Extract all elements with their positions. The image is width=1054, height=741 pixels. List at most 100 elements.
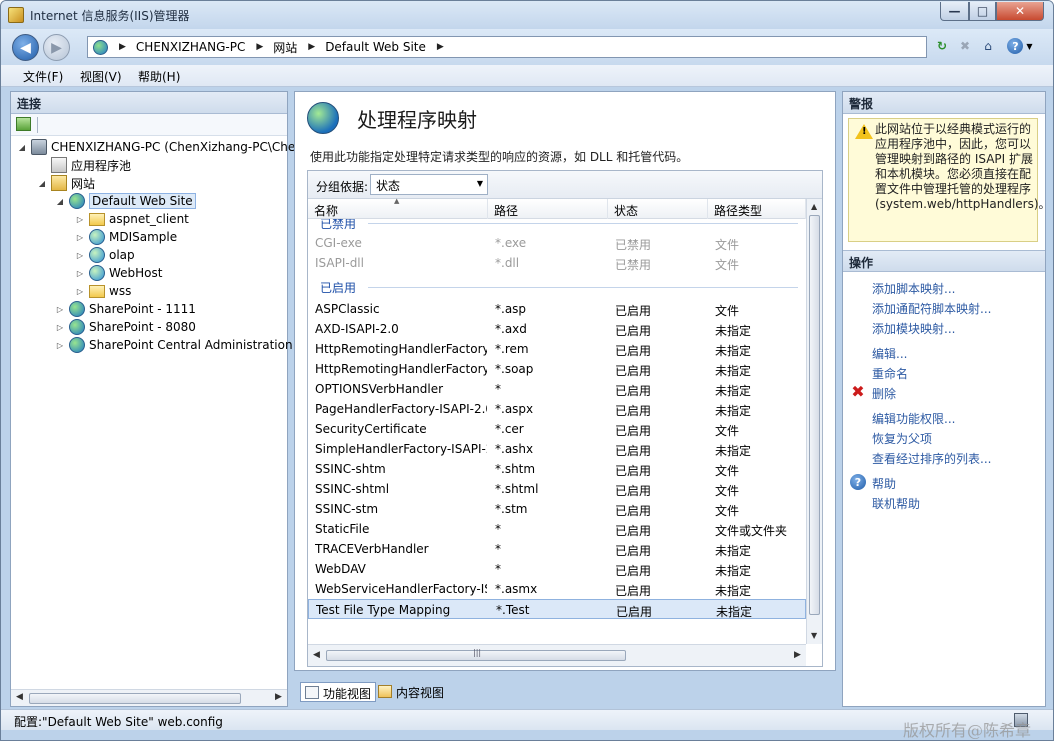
action-edit[interactable]: 编辑... <box>872 345 907 362</box>
help-dropdown[interactable]: ? ▼ <box>1005 37 1035 55</box>
tab-content-view[interactable]: 内容视图 <box>374 682 448 702</box>
table-row[interactable]: StaticFile * 已启用 文件或文件夹 <box>308 519 806 539</box>
chevron-right-icon[interactable]: ▶ <box>308 42 315 52</box>
action-edit-feature-permissions[interactable]: 编辑功能权限... <box>872 410 955 427</box>
tree-item-mdisample[interactable]: ▷ MDISample <box>75 228 177 246</box>
chevron-right-icon[interactable]: ▶ <box>256 42 263 52</box>
expand-icon[interactable]: ▷ <box>75 233 85 242</box>
tree-item-sharepoint-central-admin[interactable]: ▷ SharePoint Central Administration v3 <box>55 336 311 354</box>
tree-item-sharepoint-1111[interactable]: ▷ SharePoint - 1111 <box>55 300 196 318</box>
scroll-right-icon[interactable]: ▶ <box>275 692 282 702</box>
tree-item-wss[interactable]: ▷ wss <box>75 282 131 300</box>
table-row[interactable]: OPTIONSVerbHandler * 已启用 未指定 <box>308 379 806 399</box>
grid-vertical-scrollbar[interactable]: ▲ ▼ <box>806 199 822 644</box>
expand-icon[interactable]: ▷ <box>75 269 85 278</box>
collapse-icon[interactable]: ◢ <box>17 143 27 152</box>
stop-icon[interactable]: ✖ <box>956 37 974 55</box>
home-icon[interactable]: ⌂ <box>979 37 997 55</box>
scroll-thumb[interactable] <box>29 693 241 704</box>
chevron-right-icon[interactable]: ▶ <box>119 42 126 52</box>
collapse-icon[interactable]: ◢ <box>55 197 65 206</box>
tree-item-app-pools[interactable]: 应用程序池 <box>37 156 131 174</box>
connections-horizontal-scrollbar[interactable]: ◀ ▶ <box>11 689 287 706</box>
table-row[interactable]: WebServiceHandlerFactory-IS... *.asmx 已启… <box>308 579 806 599</box>
group-header-disabled[interactable]: 已禁用 <box>308 219 806 233</box>
tree-item-server[interactable]: ◢ CHENXIZHANG-PC (ChenXizhang-PC\Chen <box>17 138 303 156</box>
group-header-enabled[interactable]: 已启用 <box>308 277 806 297</box>
title-bar[interactable]: Internet 信息服务(IIS)管理器 — □ ✕ <box>1 1 1053 29</box>
column-header-state[interactable]: 状态 <box>608 199 708 219</box>
scroll-up-icon[interactable]: ▲ <box>811 202 817 211</box>
scroll-left-icon[interactable]: ◀ <box>313 650 320 660</box>
column-header-path-type[interactable]: 路径类型 <box>708 199 806 219</box>
action-revert-to-parent[interactable]: 恢复为父项 <box>872 430 932 447</box>
action-view-ordered-list[interactable]: 查看经过排序的列表... <box>872 450 991 467</box>
action-delete[interactable]: 删除 <box>872 385 896 402</box>
scroll-down-icon[interactable]: ▼ <box>811 631 817 640</box>
table-row[interactable]: WebDAV * 已启用 未指定 <box>308 559 806 579</box>
action-help[interactable]: 帮助 <box>872 475 896 492</box>
address-bar[interactable]: ▶ CHENXIZHANG-PC ▶ 网站 ▶ Default Web Site… <box>87 36 927 58</box>
group-by-select[interactable]: 状态 ▼ <box>370 174 488 195</box>
expand-icon[interactable]: ▷ <box>55 341 65 350</box>
breadcrumb-default-web-site[interactable]: Default Web Site <box>325 40 426 54</box>
table-row[interactable]: ISAPI-dll *.dll 已禁用 文件 <box>308 253 806 273</box>
table-row[interactable]: ASPClassic *.asp 已启用 文件 <box>308 299 806 319</box>
column-header-path[interactable]: 路径 <box>488 199 608 219</box>
scroll-right-icon[interactable]: ▶ <box>794 650 801 660</box>
maximize-button[interactable]: □ <box>969 2 996 21</box>
menu-help[interactable]: 帮助(H) <box>138 68 180 85</box>
table-row[interactable]: SimpleHandlerFactory-ISAPI-2.0 *.ashx 已启… <box>308 439 806 459</box>
table-row[interactable]: PageHandlerFactory-ISAPI-2.0 *.aspx 已启用 … <box>308 399 806 419</box>
close-button[interactable]: ✕ <box>996 2 1044 21</box>
table-row[interactable]: SecurityCertificate *.cer 已启用 文件 <box>308 419 806 439</box>
table-row[interactable]: AXD-ISAPI-2.0 *.axd 已启用 未指定 <box>308 319 806 339</box>
action-add-script-map[interactable]: 添加脚本映射... <box>872 280 955 297</box>
breadcrumb-sites[interactable]: 网站 <box>273 39 297 56</box>
delete-icon[interactable]: ✖ <box>850 382 866 401</box>
table-row[interactable]: SSINC-shtm *.shtm 已启用 文件 <box>308 459 806 479</box>
minimize-button[interactable]: — <box>940 2 969 21</box>
connect-icon[interactable] <box>16 117 31 131</box>
expand-icon[interactable]: ▷ <box>75 287 85 296</box>
column-header-name[interactable]: 名称 ▲ <box>308 197 488 219</box>
grid-horizontal-scrollbar[interactable]: ◀ ||| ▶ <box>308 644 806 666</box>
table-row-selected[interactable]: Test File Type Mapping *.Test 已启用 未指定 <box>308 599 806 619</box>
table-row[interactable]: HttpRemotingHandlerFactory... *.rem 已启用 … <box>308 339 806 359</box>
tree-item-sharepoint-8080[interactable]: ▷ SharePoint - 8080 <box>55 318 196 336</box>
tree-item-webhost[interactable]: ▷ WebHost <box>75 264 162 282</box>
action-rename[interactable]: 重命名 <box>872 365 908 382</box>
forward-arrow-icon[interactable]: ▶ <box>43 34 70 61</box>
help-icon[interactable]: ? <box>850 474 866 490</box>
action-add-wildcard-script-map[interactable]: 添加通配符脚本映射... <box>872 300 991 317</box>
tree-item-sites[interactable]: ◢ 网站 <box>37 174 95 192</box>
scroll-thumb[interactable] <box>809 215 820 615</box>
expand-icon[interactable]: ▷ <box>55 323 65 332</box>
tree-item-label: MDISample <box>109 230 178 244</box>
breadcrumb-server[interactable]: CHENXIZHANG-PC <box>136 40 245 54</box>
back-arrow-icon[interactable]: ◀ <box>12 34 39 61</box>
table-row[interactable]: TRACEVerbHandler * 已启用 未指定 <box>308 539 806 559</box>
menu-view[interactable]: 视图(V) <box>80 68 122 85</box>
folder-icon <box>89 284 105 298</box>
action-online-help[interactable]: 联机帮助 <box>872 495 920 512</box>
table-row[interactable]: SSINC-stm *.stm 已启用 文件 <box>308 499 806 519</box>
scroll-thumb[interactable]: ||| <box>326 648 626 661</box>
action-add-module-mapping[interactable]: 添加模块映射... <box>872 320 955 337</box>
expand-icon[interactable]: ▷ <box>75 251 85 260</box>
scroll-left-icon[interactable]: ◀ <box>16 692 23 702</box>
tree-item-aspnet-client[interactable]: ▷ aspnet_client <box>75 210 189 228</box>
tab-features-view[interactable]: 功能视图 <box>300 682 377 702</box>
table-row[interactable]: CGI-exe *.exe 已禁用 文件 <box>308 233 806 253</box>
menu-file[interactable]: 文件(F) <box>23 68 63 85</box>
tree-item-default-web-site[interactable]: ◢ Default Web Site <box>55 192 196 210</box>
expand-icon[interactable]: ▷ <box>75 215 85 224</box>
chevron-right-icon[interactable]: ▶ <box>437 42 444 52</box>
expand-icon[interactable]: ▷ <box>55 305 65 314</box>
table-row[interactable]: SSINC-shtml *.shtml 已启用 文件 <box>308 479 806 499</box>
table-row[interactable]: HttpRemotingHandlerFactory... *.soap 已启用… <box>308 359 806 379</box>
refresh-icon[interactable]: ↻ <box>933 37 951 55</box>
tree-item-label: olap <box>109 248 135 262</box>
collapse-icon[interactable]: ◢ <box>37 179 47 188</box>
tree-item-olap[interactable]: ▷ olap <box>75 246 135 264</box>
